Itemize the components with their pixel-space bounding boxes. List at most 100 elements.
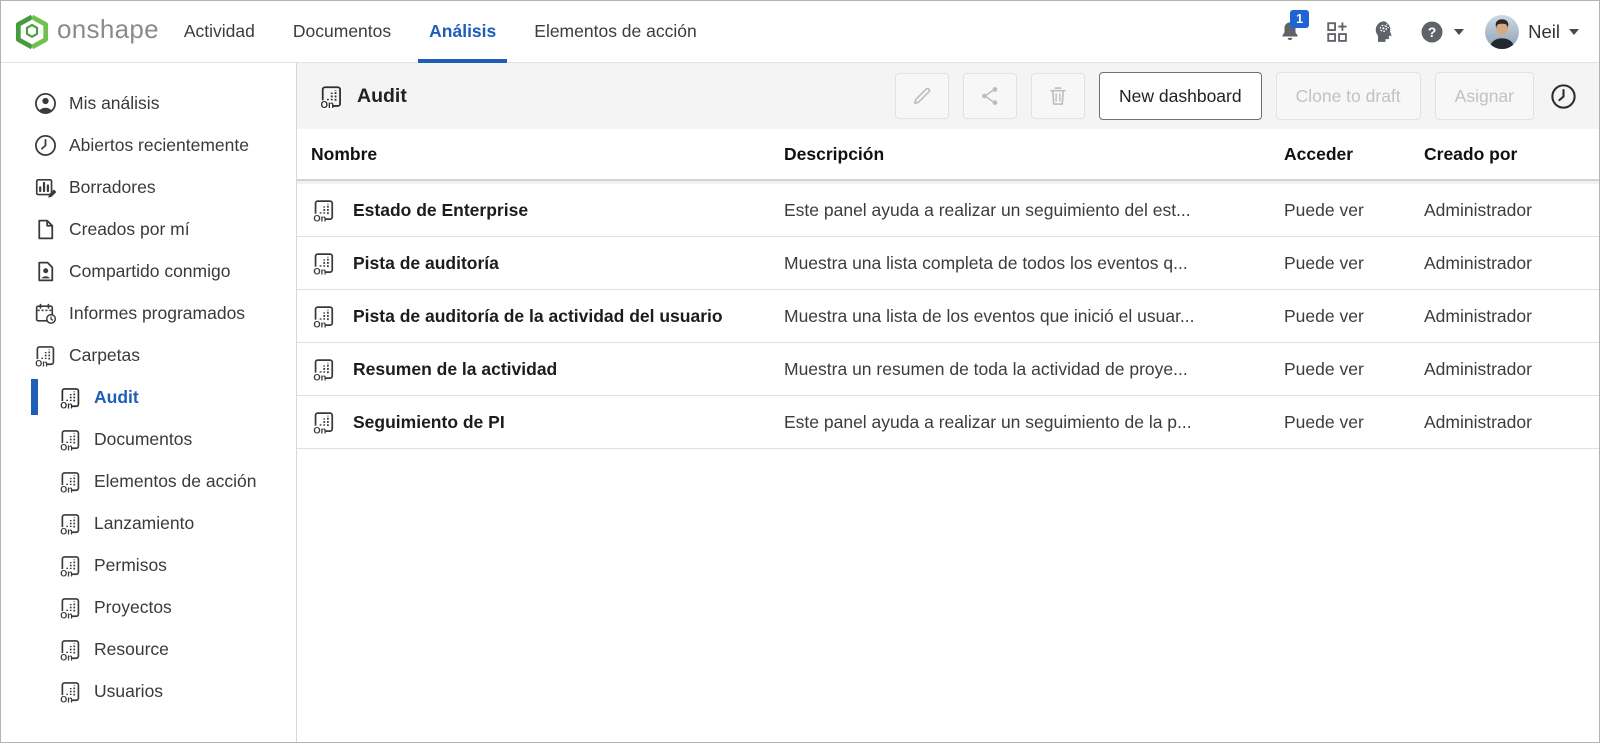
dashboard-name: Estado de Enterprise [353, 200, 784, 221]
onshape-logo-icon [15, 14, 49, 50]
user-menu-button[interactable]: Neil [1485, 15, 1579, 49]
table-row[interactable]: Resumen de la actividad Muestra un resum… [297, 343, 1599, 396]
sidebar-item-label: Creados por mí [69, 219, 190, 240]
sidebar-item-borradores[interactable]: Borradores [1, 166, 296, 208]
dashboard-access: Puede ver [1284, 306, 1424, 327]
analytics-sidebar: Mis análisis Abiertos recientemente Borr… [1, 63, 297, 742]
sidebar-folder-lanzamiento[interactable]: Lanzamiento [1, 502, 296, 544]
edit-button[interactable] [895, 73, 949, 119]
dashboard-created-by: Administrador [1424, 412, 1599, 433]
delete-button[interactable] [1031, 73, 1085, 119]
avatar [1485, 15, 1519, 49]
tab-elementos-de-accion[interactable]: Elementos de acción [523, 1, 707, 63]
dashboard-name: Resumen de la actividad [353, 359, 784, 380]
page-title: Audit [357, 85, 407, 108]
sidebar-folder-label: Usuarios [94, 681, 163, 702]
dashboard-icon [58, 637, 83, 662]
sidebar-item-mis-analisis[interactable]: Mis análisis [1, 82, 296, 124]
dashboard-description: Muestra un resumen de toda la actividad … [784, 359, 1284, 380]
page-user-icon [33, 259, 58, 284]
sidebar-folder-proyectos[interactable]: Proyectos [1, 586, 296, 628]
dashboard-icon [33, 343, 58, 368]
sidebar-item-label: Compartido conmigo [69, 261, 230, 282]
onshape-logo[interactable]: onshape [15, 14, 159, 50]
sidebar-item-label: Mis análisis [69, 93, 159, 114]
calendar-clock-icon [33, 301, 58, 326]
table-row[interactable]: Pista de auditoría de la actividad del u… [297, 290, 1599, 343]
tab-actividad[interactable]: Actividad [173, 1, 266, 63]
history-button[interactable] [1549, 82, 1578, 111]
sidebar-folder-audit[interactable]: Audit [1, 376, 296, 418]
chart-pencil-icon [33, 175, 58, 200]
topbar-right-controls: 1 [1277, 15, 1579, 49]
assign-button[interactable]: Asignar [1435, 72, 1534, 120]
help-menu-button[interactable] [1419, 19, 1464, 45]
column-header-descripcion[interactable]: Descripción [784, 144, 1284, 165]
dashboard-icon [58, 385, 83, 410]
dashboard-name: Pista de auditoría de la actividad del u… [353, 306, 784, 327]
sidebar-item-compartido-conmigo[interactable]: Compartido conmigo [1, 250, 296, 292]
sidebar-folder-label: Proyectos [94, 597, 172, 618]
sidebar-item-informes-programados[interactable]: Informes programados [1, 292, 296, 334]
chevron-down-icon [1454, 29, 1464, 35]
sidebar-folder-resource[interactable]: Resource [1, 628, 296, 670]
column-header-creado-por[interactable]: Creado por [1424, 144, 1599, 165]
sidebar-folder-label: Resource [94, 639, 169, 660]
trash-icon [1046, 84, 1070, 108]
dashboard-icon [58, 553, 83, 578]
dashboard-description: Este panel ayuda a realizar un seguimien… [784, 200, 1284, 221]
user-name: Neil [1528, 21, 1560, 43]
share-button[interactable] [963, 73, 1017, 119]
apps-add-button[interactable] [1324, 19, 1350, 45]
dashboard-icon [311, 409, 353, 435]
notifications-button[interactable]: 1 [1277, 19, 1303, 45]
sidebar-folder-label: Lanzamiento [94, 513, 194, 534]
dashboard-icon [318, 83, 345, 110]
clone-to-draft-button[interactable]: Clone to draft [1276, 72, 1421, 120]
dashboard-icon [311, 250, 353, 276]
table-row[interactable]: Estado de Enterprise Este panel ayuda a … [297, 184, 1599, 237]
tab-analisis[interactable]: Análisis [418, 1, 507, 63]
dashboard-icon [58, 511, 83, 536]
sidebar-folder-permisos[interactable]: Permisos [1, 544, 296, 586]
sidebar-folder-label: Documentos [94, 429, 192, 450]
table-header: Nombre Descripción Acceder Creado por [297, 129, 1599, 181]
sidebar-item-carpetas[interactable]: Carpetas [1, 334, 296, 376]
dashboard-icon [58, 679, 83, 704]
new-dashboard-button[interactable]: New dashboard [1099, 72, 1262, 120]
dashboard-description: Muestra una lista completa de todos los … [784, 253, 1284, 274]
table-row[interactable]: Seguimiento de PI Este panel ayuda a rea… [297, 396, 1599, 449]
pencil-icon [910, 84, 934, 108]
sidebar-folder-usuarios[interactable]: Usuarios [1, 670, 296, 712]
learning-center-icon [1371, 18, 1398, 45]
tab-documentos[interactable]: Documentos [282, 1, 402, 63]
dashboard-access: Puede ver [1284, 200, 1424, 221]
dashboard-created-by: Administrador [1424, 306, 1599, 327]
user-circle-icon [33, 91, 58, 116]
dashboard-created-by: Administrador [1424, 359, 1599, 380]
sidebar-item-label: Carpetas [69, 345, 140, 366]
sidebar-folder-label: Audit [94, 387, 139, 408]
dashboard-description: Este panel ayuda a realizar un seguimien… [784, 412, 1284, 433]
main-content: Audit New dashboard Clone to draft Asign… [297, 63, 1599, 742]
column-header-acceder[interactable]: Acceder [1284, 144, 1424, 165]
sidebar-folder-label: Elementos de acción [94, 471, 256, 492]
sidebar-item-abiertos-recientemente[interactable]: Abiertos recientemente [1, 124, 296, 166]
learning-center-button[interactable] [1371, 18, 1398, 45]
dashboard-access: Puede ver [1284, 412, 1424, 433]
dashboard-created-by: Administrador [1424, 200, 1599, 221]
sidebar-item-label: Borradores [69, 177, 156, 198]
column-header-nombre[interactable]: Nombre [311, 144, 784, 165]
folder-toolbar: Audit New dashboard Clone to draft Asign… [297, 63, 1599, 129]
sidebar-folder-elementos-de-accion[interactable]: Elementos de acción [1, 460, 296, 502]
dashboard-description: Muestra una lista de los eventos que ini… [784, 306, 1284, 327]
folder-title: Audit [318, 83, 407, 110]
sidebar-folder-documentos[interactable]: Documentos [1, 418, 296, 460]
toolbar-buttons: New dashboard Clone to draft Asignar [895, 72, 1578, 120]
table-row[interactable]: Pista de auditoría Muestra una lista com… [297, 237, 1599, 290]
dashboard-icon [311, 197, 353, 223]
apps-add-icon [1324, 19, 1350, 45]
dashboard-table: Estado de Enterprise Este panel ayuda a … [297, 181, 1599, 449]
sidebar-item-creados-por-mi[interactable]: Creados por mí [1, 208, 296, 250]
dashboard-access: Puede ver [1284, 253, 1424, 274]
